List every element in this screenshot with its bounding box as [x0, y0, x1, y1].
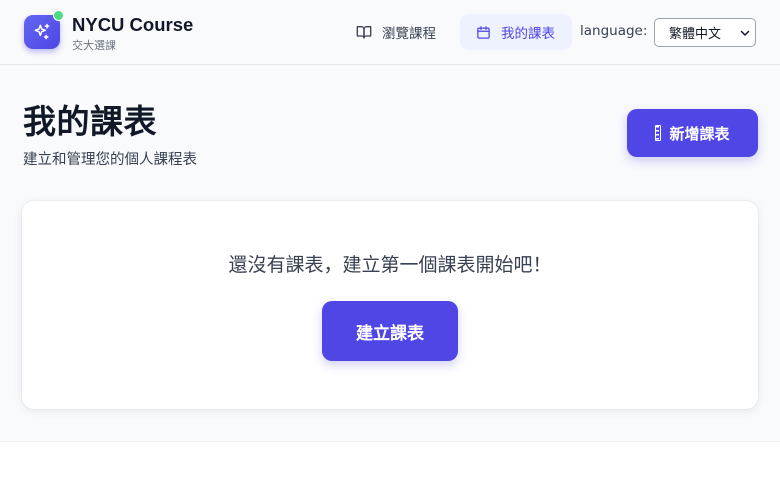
- page-title: 我的課表: [23, 102, 157, 141]
- new-schedule-button[interactable]: 新增課表: [627, 109, 758, 157]
- empty-state-card: 還沒有課表，建立第一個課表開始吧！ 建立課表: [22, 201, 758, 409]
- create-schedule-button[interactable]: 建立課表: [322, 301, 458, 361]
- top-navigation-bar: NYCU Course 交大選課 瀏覽課程 我的課表 language: 繁體中…: [0, 0, 780, 65]
- online-status-dot: [53, 10, 64, 21]
- nav-my-schedule[interactable]: 我的課表: [460, 14, 572, 50]
- language-select[interactable]: 繁體中文: [654, 18, 756, 47]
- language-label: language:: [580, 23, 648, 39]
- chevron-down-icon: [740, 30, 750, 36]
- new-schedule-button-label: 新增課表: [669, 124, 730, 143]
- brand-subtitle: 交大選課: [72, 39, 116, 52]
- calendar-icon: [477, 25, 490, 39]
- brand-title: NYCU Course: [72, 14, 194, 35]
- sparkles-icon: [34, 23, 50, 40]
- nav-my-schedule-label: 我的課表: [501, 26, 555, 42]
- page-subtitle: 建立和管理您的個人課程表: [23, 152, 197, 168]
- book-open-icon: [356, 26, 372, 39]
- nav-browse-label: 瀏覽課程: [382, 26, 436, 42]
- empty-state-message: 還沒有課表，建立第一個課表開始吧！: [228, 254, 552, 276]
- ruler-icon: [655, 125, 662, 141]
- nav-browse-courses[interactable]: 瀏覽課程: [344, 14, 448, 50]
- language-selected-value: 繁體中文: [669, 27, 722, 42]
